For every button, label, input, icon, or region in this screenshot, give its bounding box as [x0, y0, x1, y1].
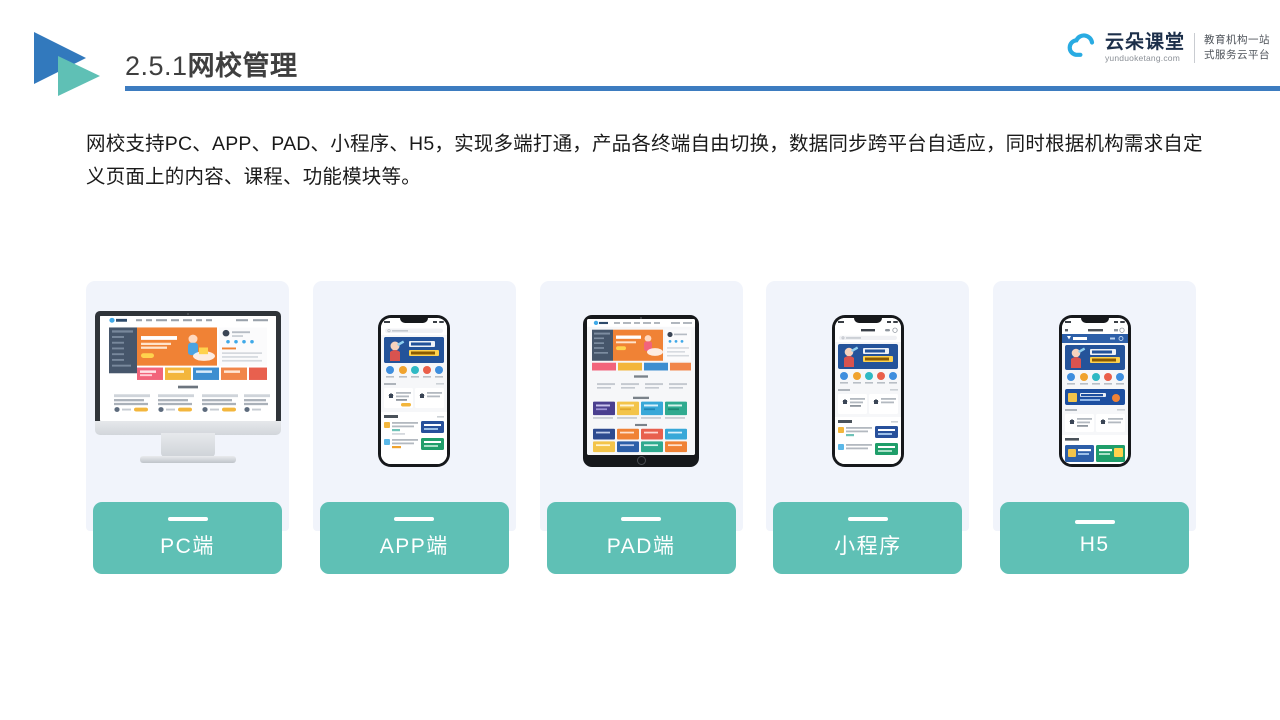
device-label-h5[interactable]: H5	[1000, 502, 1190, 574]
page-title-number: 2.5.1	[125, 51, 188, 81]
device-mockup-phone-miniprogram	[766, 281, 969, 501]
triangle-logo-icon	[28, 28, 120, 100]
page-title: 2.5.1网校管理	[125, 44, 298, 83]
label-dash	[847, 516, 888, 521]
device-card-miniprogram[interactable]: 小程序	[766, 281, 970, 574]
brand-name-cn: 云朵课堂	[1104, 32, 1185, 54]
brand-logo: 云朵课堂 yunduoketang.com 教育机构一站 式服务云平台	[1067, 32, 1270, 64]
device-label-miniprogram[interactable]: 小程序	[773, 502, 963, 574]
device-mockup-tablet	[540, 281, 743, 501]
title-underline-rule	[125, 86, 1280, 91]
device-label-text: H5	[1079, 532, 1110, 556]
label-dash	[167, 516, 208, 521]
device-card-h5[interactable]: H5	[993, 281, 1197, 574]
label-dash	[621, 516, 662, 521]
device-label-text: APP端	[379, 534, 449, 558]
device-card-app[interactable]: APP端	[312, 281, 516, 574]
device-label-text: PC端	[160, 534, 215, 558]
slide-canvas: 2.5.1网校管理 云朵课堂 yunduoketang.com 教育机构一站 式…	[0, 0, 1280, 720]
device-label-app[interactable]: APP端	[319, 502, 509, 574]
label-dash	[394, 516, 435, 521]
device-card-pc[interactable]: PC端	[86, 281, 289, 574]
device-mockup-phone-h5	[993, 281, 1196, 501]
brand-name-en: yunduoketang.com	[1104, 53, 1181, 64]
device-card-pad[interactable]: PAD端	[539, 281, 743, 574]
brand-tagline-line1: 教育机构一站	[1204, 34, 1270, 46]
device-mockup-phone-app	[313, 281, 516, 501]
page-title-main: 网校管理	[187, 51, 298, 81]
device-label-pad[interactable]: PAD端	[546, 502, 736, 574]
cloud-icon	[1067, 33, 1095, 58]
device-label-pc[interactable]: PC端	[93, 502, 282, 574]
device-label-text: PAD端	[606, 534, 676, 558]
device-label-text: 小程序	[834, 534, 902, 558]
label-dash	[1074, 519, 1115, 524]
body-paragraph: 网校支持PC、APP、PAD、小程序、H5，实现多端打通，产品各终端自由切换，数…	[86, 133, 1203, 188]
brand-divider	[1194, 33, 1195, 64]
device-mockup-imac	[86, 281, 289, 501]
device-card-row: PC端 APP端 PAD端 小程序 H5	[86, 281, 1197, 574]
brand-tagline-line2: 式服务云平台	[1204, 49, 1270, 62]
